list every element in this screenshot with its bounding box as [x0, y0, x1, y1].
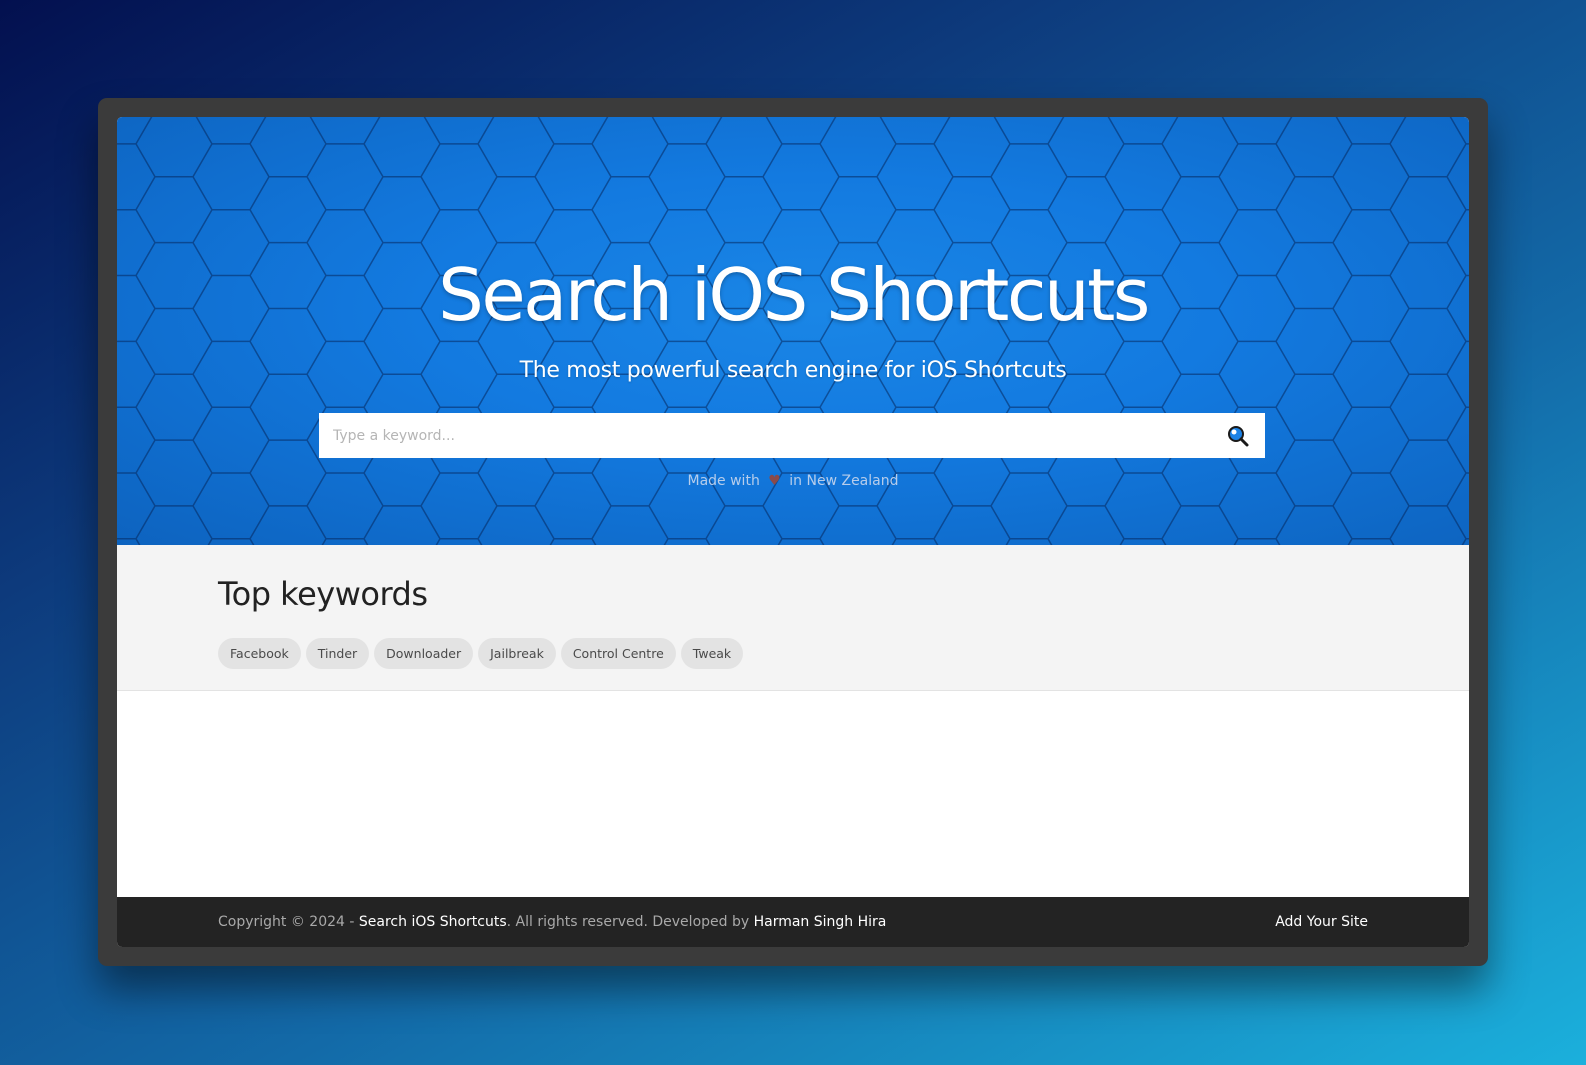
search-bar [319, 413, 1265, 458]
hero-banner: Search iOS Shortcuts The most powerful s… [117, 117, 1469, 545]
keyword-chip[interactable]: Tweak [680, 638, 744, 669]
footer-site-link[interactable]: Search iOS Shortcuts [359, 914, 507, 930]
copyright-text: Copyright © 2024 - [218, 914, 355, 930]
keyword-chip[interactable]: Control Centre [560, 638, 676, 669]
keyword-chip-list: Facebook Tinder Downloader Jailbreak Con… [218, 638, 744, 669]
top-keywords-heading: Top keywords [218, 575, 428, 613]
device-frame: Search iOS Shortcuts The most powerful s… [98, 98, 1488, 966]
footer-copyright: Copyright © 2024 - Search iOS Shortcuts.… [218, 897, 886, 947]
page-subtitle: The most powerful search engine for iOS … [519, 358, 1067, 383]
browser-screen: Search iOS Shortcuts The most powerful s… [117, 117, 1469, 947]
keyword-chip[interactable]: Jailbreak [478, 638, 556, 669]
page-footer: Copyright © 2024 - Search iOS Shortcuts.… [117, 897, 1469, 947]
page-title: Search iOS Shortcuts [438, 253, 1150, 337]
magnifier-icon[interactable] [1225, 423, 1251, 449]
made-with-line: Made with ♥ in New Zealand [117, 473, 1469, 489]
rights-text: . All rights reserved. Developed by [506, 914, 750, 930]
top-keywords-section: Top keywords Facebook Tinder Downloader … [117, 545, 1469, 691]
keyword-chip[interactable]: Tinder [305, 638, 370, 669]
add-your-site-link[interactable]: Add Your Site [1275, 897, 1368, 947]
heart-icon: ♥ [768, 473, 781, 489]
footer-developer-link[interactable]: Harman Singh Hira [754, 914, 887, 930]
made-with-prefix: Made with [687, 473, 760, 489]
keyword-chip[interactable]: Facebook [218, 638, 301, 669]
keyword-chip[interactable]: Downloader [374, 638, 474, 669]
search-input[interactable] [319, 413, 1199, 458]
made-with-suffix: in New Zealand [789, 473, 899, 489]
